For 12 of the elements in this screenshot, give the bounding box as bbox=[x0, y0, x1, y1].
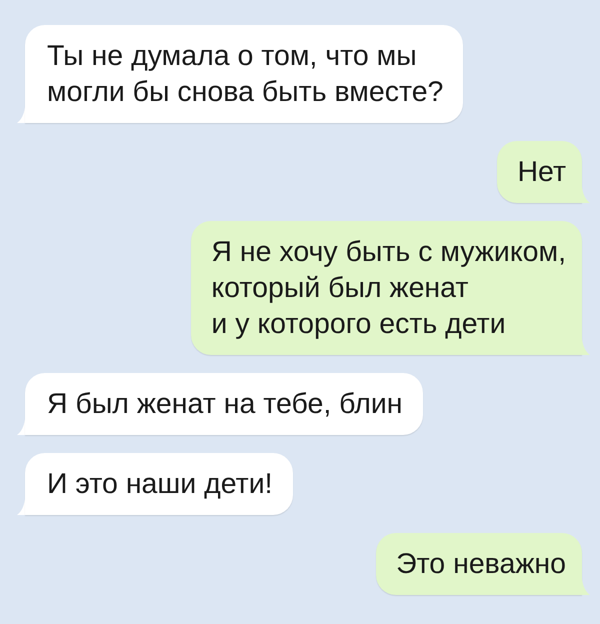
bubble-tail-icon bbox=[582, 187, 590, 203]
bubble-tail-icon bbox=[582, 579, 590, 595]
bubble-tail-icon bbox=[17, 107, 25, 123]
message-bubble: Нет bbox=[497, 141, 582, 203]
bubble-tail-icon bbox=[582, 339, 590, 355]
bubble-tail-icon bbox=[17, 419, 25, 435]
bubble-tail-icon bbox=[17, 499, 25, 515]
message-bubble: Это неважно bbox=[376, 533, 582, 595]
message-bubble: Я не хочу быть с мужиком, который был женат и у которого есть дети bbox=[191, 221, 582, 355]
message-bubble: И это наши дети! bbox=[25, 453, 293, 515]
message-bubble: Я был женат на тебе, блин bbox=[25, 373, 422, 435]
message-bubble: Ты не думала о том, что мы могли бы снова быть вместе? bbox=[25, 25, 464, 123]
